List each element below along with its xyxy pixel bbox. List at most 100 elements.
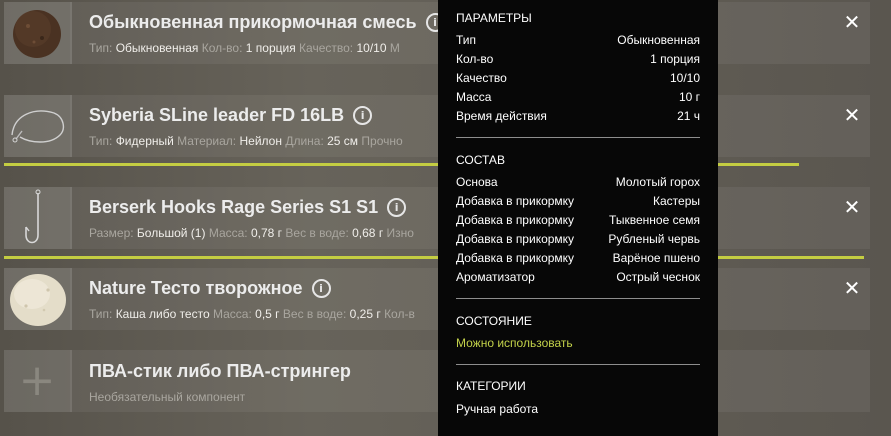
item-title-text: Berserk Hooks Rage Series S1 S1: [89, 197, 379, 217]
item-row-leader[interactable]: Syberia SLine leader FD 16LB i Тип: Фидер…: [4, 95, 870, 157]
composition-row: Основа Молотый горох: [456, 175, 700, 189]
item-title-text: Syberia SLine leader FD 16LB: [89, 105, 345, 125]
composition-row: Добавка в прикормку Рубленый червь: [456, 232, 700, 246]
prop-label: Качество:: [299, 41, 354, 55]
item-row-pva-slot[interactable]: + ПВА-стик либо ПВА-стрингер Необязатель…: [4, 350, 870, 412]
prop-value: 0,25 г: [349, 307, 381, 321]
item-title: ПВА-стик либо ПВА-стрингер: [89, 361, 351, 382]
composition-label: Добавка в прикормку: [456, 251, 575, 265]
param-row: Масса 10 г: [456, 90, 700, 104]
durability-bar-hook: [4, 256, 864, 259]
prop-value: 0,5 г: [255, 307, 280, 321]
prop-label: Тип:: [89, 41, 113, 55]
item-properties: Размер: Большой (1) Масса: 0,78 г Вес в …: [89, 226, 414, 240]
prop-label: Кол-во:: [201, 41, 243, 55]
param-label: Кол-во: [456, 52, 494, 66]
param-label: Масса: [456, 90, 492, 104]
item-title: Обыкновенная прикормочная смесь i: [89, 12, 445, 33]
leader-thumbnail: [4, 95, 72, 157]
remove-item-close-icon[interactable]: ✕: [840, 276, 864, 300]
add-slot-thumbnail[interactable]: +: [4, 350, 72, 412]
item-row-hook[interactable]: Berserk Hooks Rage Series S1 S1 i Размер:…: [4, 187, 870, 249]
param-row: Качество 10/10: [456, 71, 700, 85]
prop-label: Вес в воде:: [282, 307, 347, 321]
composition-section-title: СОСТАВ: [456, 153, 505, 167]
item-title-text: Nature Тесто творожное: [89, 278, 303, 298]
prop-value: Нейлон: [239, 134, 282, 148]
prop-value: 10/10: [356, 41, 387, 55]
prop-label: Кол-в: [384, 307, 415, 321]
composition-value: Варёное пшено: [612, 251, 700, 265]
info-icon[interactable]: i: [387, 198, 407, 217]
groundbait-thumbnail: [4, 2, 72, 64]
prop-label: Длина:: [285, 134, 324, 148]
item-title-text: ПВА-стик либо ПВА-стрингер: [89, 361, 351, 381]
composition-label: Добавка в прикормку: [456, 194, 575, 208]
dough-thumbnail: [4, 268, 72, 330]
remove-item-close-icon[interactable]: ✕: [840, 10, 864, 34]
categories-section-title: КАТЕГОРИИ: [456, 379, 526, 393]
state-value: Можно использовать: [456, 336, 573, 350]
param-row: Время действия 21 ч: [456, 109, 700, 123]
item-row-dough[interactable]: Nature Тесто творожное i Тип: Каша либо т…: [4, 268, 870, 330]
prop-value: Фидерный: [115, 134, 174, 148]
param-value: 10 г: [678, 90, 700, 104]
prop-value: 0,68 г: [352, 226, 384, 240]
param-value: 10/10: [669, 71, 700, 85]
composition-row: Добавка в прикормку Тыквенное семя: [456, 213, 700, 227]
item-title-text: Обыкновенная прикормочная смесь: [89, 12, 417, 32]
optional-component-text: Необязательный компонент: [89, 390, 246, 404]
composition-row: Добавка в прикормку Кастеры: [456, 194, 700, 208]
item-properties: Тип: Обыкновенная Кол-во: 1 порция Качес…: [89, 41, 400, 55]
item-title: Syberia SLine leader FD 16LB i: [89, 105, 373, 126]
divider: [456, 364, 700, 365]
param-value: 1 порция: [650, 52, 700, 66]
info-icon[interactable]: i: [311, 279, 331, 298]
composition-value: Острый чеснок: [616, 270, 700, 284]
item-properties: Тип: Каша либо тесто Масса: 0,5 г Вес в …: [89, 307, 415, 321]
composition-label: Ароматизатор: [456, 270, 535, 284]
divider: [456, 137, 700, 138]
dough-ball-icon: [10, 274, 66, 326]
composition-label: Основа: [456, 175, 498, 189]
item-properties: Тип: Фидерный Материал: Нейлон Длина: 25…: [89, 134, 403, 148]
composition-value: Тыквенное семя: [609, 213, 700, 227]
remove-item-close-icon[interactable]: ✕: [840, 103, 864, 127]
prop-label: Тип:: [89, 134, 113, 148]
divider: [456, 298, 700, 299]
hook-icon: [25, 189, 41, 244]
prop-label: Прочно: [361, 134, 403, 148]
composition-label: Добавка в прикормку: [456, 232, 575, 246]
prop-label: Масса:: [208, 226, 248, 240]
param-value: 21 ч: [677, 109, 700, 123]
param-label: Время действия: [456, 109, 547, 123]
info-icon[interactable]: i: [353, 106, 373, 125]
item-title: Nature Тесто творожное i: [89, 278, 331, 299]
composition-value: Рубленый червь: [608, 232, 700, 246]
remove-item-close-icon[interactable]: ✕: [840, 195, 864, 219]
plus-icon: +: [18, 355, 56, 406]
prop-label: Изно: [386, 226, 414, 240]
state-section-title: СОСТОЯНИЕ: [456, 314, 532, 328]
composition-row: Ароматизатор Острый чеснок: [456, 270, 700, 284]
param-row: Тип Обыкновенная: [456, 33, 700, 47]
params-section-title: ПАРАМЕТРЫ: [456, 11, 532, 25]
composition-value: Молотый горох: [615, 175, 700, 189]
item-row-groundbait[interactable]: Обыкновенная прикормочная смесь i Тип: Об…: [4, 2, 870, 64]
composition-label: Добавка в прикормку: [456, 213, 575, 227]
param-value: Обыкновенная: [617, 33, 700, 47]
item-title: Berserk Hooks Rage Series S1 S1 i: [89, 197, 407, 218]
prop-label: Масса:: [213, 307, 252, 321]
param-row: Кол-во 1 порция: [456, 52, 700, 66]
param-label: Тип: [456, 33, 477, 47]
leader-line-icon: [11, 110, 65, 143]
optional-component-label: Необязательный компонент: [89, 390, 245, 404]
prop-label: Материал:: [177, 134, 237, 148]
groundbait-icon: [13, 10, 61, 58]
hook-thumbnail: [4, 187, 72, 249]
prop-value: Обыкновенная: [115, 41, 199, 55]
prop-value: Большой (1): [136, 226, 206, 240]
prop-label: Вес в воде:: [285, 226, 349, 240]
prop-value: 25 см: [327, 134, 359, 148]
prop-label: Размер:: [89, 226, 134, 240]
